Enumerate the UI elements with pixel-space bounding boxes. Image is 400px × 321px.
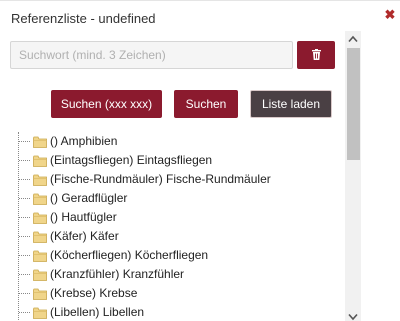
tree-branch-line bbox=[19, 160, 30, 161]
search-xxx-button[interactable]: Suchen (xxx xxx) bbox=[51, 90, 162, 118]
tree-item-label[interactable]: (Kranzfühler) Kranzfühler bbox=[50, 267, 184, 281]
reference-list-dialog: Referenzliste - undefined ✖ Suchen (xxx … bbox=[0, 0, 400, 321]
tree-item[interactable]: (Kranzfühler) Kranzfühler bbox=[0, 265, 345, 284]
tree-branch-line bbox=[19, 274, 30, 275]
dialog-content: Suchen (xxx xxx) Suchen Liste laden () A… bbox=[0, 31, 345, 321]
tree-item[interactable]: () Amphibien bbox=[0, 132, 345, 151]
folder-icon bbox=[33, 211, 47, 224]
close-icon[interactable]: ✖ bbox=[384, 8, 396, 22]
tree-item[interactable]: (Fische-Rundmäuler) Fische-Rundmäuler bbox=[0, 170, 345, 189]
tree-branch-line bbox=[19, 312, 30, 313]
folder-icon bbox=[33, 287, 47, 300]
tree-item[interactable]: (Käfer) Käfer bbox=[0, 227, 345, 246]
tree-branch-line bbox=[19, 141, 30, 142]
tree-item[interactable]: (Krebse) Krebse bbox=[0, 284, 345, 303]
clear-search-button[interactable] bbox=[297, 41, 335, 69]
tree-branch-line bbox=[19, 217, 30, 218]
tree-item-label[interactable]: (Köcherfliegen) Köcherfliegen bbox=[50, 248, 208, 262]
category-tree: () Amphibien (Eintagsfliegen) Eintagsflie… bbox=[0, 132, 345, 321]
vertical-scrollbar[interactable] bbox=[345, 31, 361, 321]
tree-branch-line bbox=[19, 293, 30, 294]
tree-item-label[interactable]: (Libellen) Libellen bbox=[50, 305, 144, 319]
tree-branch-line bbox=[19, 236, 30, 237]
folder-icon bbox=[33, 135, 47, 148]
scroll-down-arrow-icon[interactable] bbox=[348, 313, 358, 321]
scrollbar-thumb[interactable] bbox=[347, 48, 360, 160]
tree-item[interactable]: () Hautfügler bbox=[0, 208, 345, 227]
trash-icon bbox=[312, 49, 321, 60]
folder-icon bbox=[33, 173, 47, 186]
tree-item[interactable]: (Libellen) Libellen bbox=[0, 303, 345, 321]
tree-branch-line bbox=[19, 255, 30, 256]
search-input[interactable] bbox=[10, 41, 293, 69]
tree-item-label[interactable]: () Hautfügler bbox=[50, 210, 117, 224]
folder-icon bbox=[33, 154, 47, 167]
tree-item-label[interactable]: (Eintagsfliegen) Eintagsfliegen bbox=[50, 153, 212, 167]
tree-item[interactable]: () Geradflügler bbox=[0, 189, 345, 208]
tree-item-label[interactable]: (Krebse) Krebse bbox=[50, 286, 137, 300]
tree-item-label[interactable]: (Fische-Rundmäuler) Fische-Rundmäuler bbox=[50, 172, 271, 186]
folder-icon bbox=[33, 306, 47, 319]
folder-icon bbox=[33, 268, 47, 281]
tree-branch-line bbox=[19, 179, 30, 180]
tree-item-label[interactable]: () Amphibien bbox=[50, 134, 117, 148]
dialog-title: Referenzliste - undefined bbox=[11, 11, 156, 26]
tree-branch-line bbox=[19, 198, 30, 199]
folder-icon bbox=[33, 192, 47, 205]
load-list-button[interactable]: Liste laden bbox=[250, 90, 332, 118]
tree-item[interactable]: (Köcherfliegen) Köcherfliegen bbox=[0, 246, 345, 265]
scroll-up-arrow-icon[interactable] bbox=[348, 35, 358, 43]
folder-icon bbox=[33, 230, 47, 243]
search-button[interactable]: Suchen bbox=[174, 90, 238, 118]
tree-item-label[interactable]: () Geradflügler bbox=[50, 191, 127, 205]
tree-item[interactable]: (Eintagsfliegen) Eintagsfliegen bbox=[0, 151, 345, 170]
tree-item-label[interactable]: (Käfer) Käfer bbox=[50, 229, 119, 243]
folder-icon bbox=[33, 249, 47, 262]
